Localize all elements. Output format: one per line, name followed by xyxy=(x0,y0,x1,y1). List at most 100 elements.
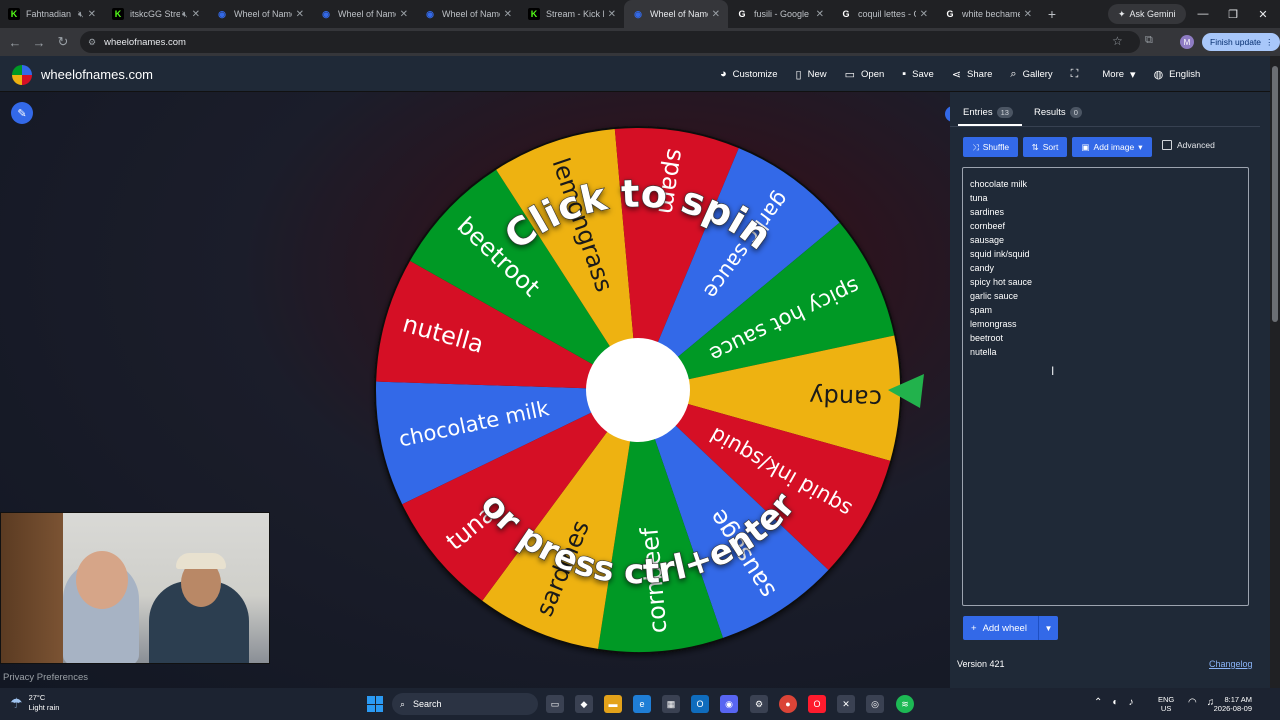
url-text: wheelofnames.com xyxy=(104,36,186,48)
add-wheel-button[interactable]: + Add wheel ▼ xyxy=(963,616,1058,640)
browser-tab[interactable]: ◉ Wheel of Name ✕ xyxy=(624,0,728,28)
chrome-icon[interactable]: ● xyxy=(779,695,797,713)
advanced-toggle[interactable]: Advanced xyxy=(1162,140,1215,150)
menu-item-save[interactable]: ▪ Save xyxy=(902,68,934,80)
tab-results[interactable]: Results 0 xyxy=(1034,107,1082,118)
new-tab-icon[interactable]: + xyxy=(1040,6,1064,22)
weather-widget[interactable]: ☂ 27°C Light rain xyxy=(10,693,59,713)
folder-icon: ▭ xyxy=(844,68,856,81)
opera-icon[interactable]: O xyxy=(808,695,826,713)
app-menu: ◕ Customize ▯ New ▭ Open ▪ Save ⋖ Share ⌕ Gallery ⛶ M… xyxy=(720,56,1200,92)
settings-icon[interactable]: ⚙ xyxy=(750,695,768,713)
brand-name[interactable]: wheelofnames.com xyxy=(41,67,153,82)
spotify-icon[interactable]: ≋ xyxy=(896,695,914,713)
close-tab-icon[interactable]: ✕ xyxy=(712,9,720,20)
close-tab-icon[interactable]: ✕ xyxy=(816,9,824,20)
privacy-preferences-link[interactable]: Privacy Preferences xyxy=(3,672,88,683)
text-cursor-icon: I xyxy=(1051,364,1055,378)
address-bar[interactable]: ⚙ wheelofnames.com xyxy=(80,31,1140,53)
edit-pencil-icon[interactable]: ✎ xyxy=(11,102,33,124)
store-icon[interactable]: ▦ xyxy=(662,695,680,713)
menu-item-open[interactable]: ▭ Open xyxy=(845,68,885,81)
menu-item-fullscreen[interactable]: ⛶ xyxy=(1071,68,1085,81)
kebab-menu-icon: ⋮ xyxy=(1265,36,1274,47)
finish-update-button[interactable]: Finish update ⋮ xyxy=(1202,33,1280,51)
close-tab-icon[interactable]: ✕ xyxy=(920,9,928,20)
clock[interactable]: 8:17 AM 2026-08-09 xyxy=(1206,695,1252,713)
sort-button[interactable]: ⇅ Sort xyxy=(1023,137,1067,157)
tray-chevron-icon[interactable]: ⌃ xyxy=(1094,697,1102,708)
profile-avatar[interactable]: M xyxy=(1180,35,1194,49)
tray-app-icon[interactable]: ◐ xyxy=(1112,697,1118,708)
close-tab-icon[interactable]: ✕ xyxy=(504,9,512,20)
obs-icon[interactable]: ◎ xyxy=(866,695,884,713)
mute-icon[interactable]: 🔇︎ xyxy=(182,9,188,20)
microphone-icon[interactable]: ♪ xyxy=(1128,697,1133,708)
add-wheel-main[interactable]: + Add wheel xyxy=(963,623,1038,634)
entries-count-badge: 13 xyxy=(996,107,1013,118)
wheel-logo-icon[interactable] xyxy=(12,65,32,85)
wheel-center-hub[interactable] xyxy=(586,338,690,442)
windows-start-icon[interactable] xyxy=(367,696,383,712)
copilot-icon[interactable]: ◆ xyxy=(575,695,593,713)
capcut-icon[interactable]: ✕ xyxy=(837,695,855,713)
browser-tab[interactable]: ◉ Wheel of Name ✕ xyxy=(416,0,520,28)
close-tab-icon[interactable]: ✕ xyxy=(1024,9,1032,20)
browser-tab[interactable]: ◉ Wheel of Name ✕ xyxy=(208,0,312,28)
close-tab-icon[interactable]: ✕ xyxy=(608,9,616,20)
scrollbar-thumb[interactable] xyxy=(1272,66,1278,322)
language-indicator[interactable]: ENG US xyxy=(1158,695,1174,713)
kick-icon: K xyxy=(8,8,20,20)
reload-icon[interactable]: ↻ xyxy=(51,34,75,50)
forward-icon[interactable]: → xyxy=(27,35,51,50)
add-wheel-dropdown-icon[interactable]: ▼ xyxy=(1038,616,1058,640)
advanced-checkbox[interactable] xyxy=(1162,140,1172,150)
changelog-link[interactable]: Changelog xyxy=(1209,659,1253,669)
menu-item-more[interactable]: More ▾ xyxy=(1102,68,1135,81)
search-icon: ⌕ xyxy=(400,698,406,709)
page-scrollbar[interactable] xyxy=(1270,56,1280,688)
close-tab-icon[interactable]: ✕ xyxy=(88,9,96,20)
tab-entries[interactable]: Entries 13 xyxy=(963,107,1013,118)
browser-tab[interactable]: K Fahtnadian 🔇︎ ✕ xyxy=(0,0,104,28)
ask-gemini-button[interactable]: ✦ Ask Gemini xyxy=(1108,4,1186,24)
browser-tab[interactable]: ◉ Wheel of Name ✕ xyxy=(312,0,416,28)
browser-tab[interactable]: Gfusili - Google S ✕ xyxy=(728,0,832,28)
shuffle-button[interactable]: ⤨ Shuffle xyxy=(963,137,1018,157)
browser-tab-title: itskcGG Stre xyxy=(130,9,180,19)
bookmark-star-icon[interactable]: ☆ xyxy=(1112,34,1123,48)
mute-icon[interactable]: 🔇︎ xyxy=(78,9,84,20)
file-explorer-icon[interactable]: ▬ xyxy=(604,695,622,713)
discord-icon[interactable]: ◉ xyxy=(720,695,738,713)
weather-desc: Light rain xyxy=(28,703,60,712)
taskbar-search[interactable]: ⌕ Search xyxy=(392,693,538,715)
entries-textarea[interactable]: chocolate milk tuna sardines cornbeef sausag… xyxy=(962,167,1249,606)
browser-tab[interactable]: Gcoquil lettes - G ✕ xyxy=(832,0,936,28)
extensions-icon[interactable]: ⧉ xyxy=(1145,34,1153,47)
entry-line: candy xyxy=(970,263,995,273)
shuffle-icon: ⤨ xyxy=(971,141,979,152)
menu-item-share[interactable]: ⋖ Share xyxy=(952,68,993,81)
restore-icon[interactable]: ❐ xyxy=(1218,0,1248,28)
edge-icon[interactable]: e xyxy=(633,695,651,713)
close-tab-icon[interactable]: ✕ xyxy=(400,9,408,20)
site-info-icon[interactable]: ⚙ xyxy=(88,37,96,48)
add-image-button[interactable]: ▣ Add image ▾ xyxy=(1072,137,1152,157)
minimize-icon[interactable]: — xyxy=(1188,0,1218,28)
plus-icon: + xyxy=(971,622,977,634)
menu-item-english[interactable]: ◍ English xyxy=(1154,68,1201,81)
outlook-icon[interactable]: O xyxy=(691,695,709,713)
task-view-icon[interactable]: ▭ xyxy=(546,695,564,713)
back-icon[interactable]: ← xyxy=(3,35,27,50)
region-code: US xyxy=(1160,704,1172,713)
menu-item-customize[interactable]: ◕ Customize xyxy=(720,68,778,80)
entry-line: sardines xyxy=(970,207,1005,217)
browser-tab[interactable]: K Stream - Kick D ✕ xyxy=(520,0,624,28)
menu-item-gallery[interactable]: ⌕ Gallery xyxy=(1010,68,1052,81)
close-tab-icon[interactable]: ✕ xyxy=(192,9,200,20)
browser-tab[interactable]: Gwhite bechamel ✕ xyxy=(936,0,1040,28)
menu-item-new[interactable]: ▯ New xyxy=(796,68,827,81)
close-tab-icon[interactable]: ✕ xyxy=(296,9,304,20)
close-window-icon[interactable]: ✕ xyxy=(1248,0,1278,28)
browser-tab[interactable]: KitskcGG Stre 🔇︎ ✕ xyxy=(104,0,208,28)
